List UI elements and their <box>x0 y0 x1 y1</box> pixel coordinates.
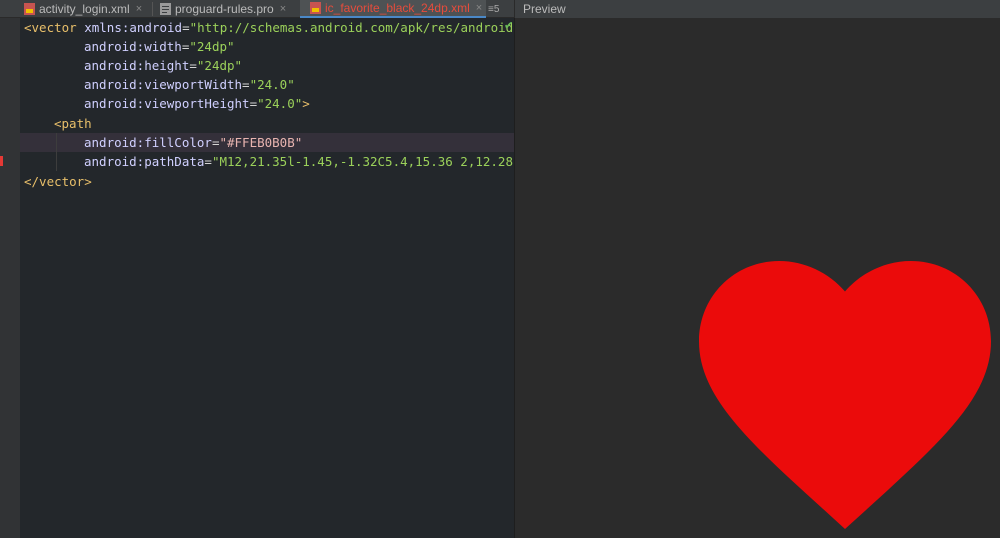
tab-divider <box>152 2 153 16</box>
code-line: android:viewportWidth="24.0" <box>84 77 295 92</box>
indent-guide <box>56 133 57 171</box>
tab-ic-favorite[interactable]: ic_favorite_black_24dp.xml × <box>300 0 486 18</box>
tab-overflow-button[interactable]: ≡5 <box>488 0 499 18</box>
xml-file-icon <box>24 3 35 15</box>
tab-label: ic_favorite_black_24dp.xml <box>325 1 470 15</box>
code-line: android:width="24dp" <box>84 39 235 54</box>
change-marker <box>0 156 3 166</box>
preview-title: Preview <box>514 0 1000 18</box>
text-file-icon <box>160 3 171 15</box>
close-tab-icon[interactable]: × <box>280 3 286 15</box>
code-line: android:fillColor="#FFEB0B0B" <box>84 135 303 150</box>
code-line: android:viewportHeight="24.0"> <box>84 96 310 111</box>
tab-activity-login[interactable]: activity_login.xml × <box>24 0 148 18</box>
close-tab-icon[interactable]: × <box>476 2 482 14</box>
code-editor[interactable]: <vector xmlns:android="http://schemas.an… <box>20 18 514 538</box>
editor-gutter <box>0 18 20 538</box>
editor-tab-bar: activity_login.xml × proguard-rules.pro … <box>0 0 1000 18</box>
code-line: android:height="24dp" <box>84 58 243 73</box>
close-tab-icon[interactable]: × <box>136 3 142 15</box>
tab-label: activity_login.xml <box>39 2 130 16</box>
heart-icon <box>699 261 991 529</box>
code-line: <vector xmlns:android="http://schemas.an… <box>24 20 514 35</box>
check-icon: ✔ <box>504 20 514 32</box>
code-line: </vector> <box>24 174 92 189</box>
tab-proguard-rules[interactable]: proguard-rules.pro × <box>160 0 296 18</box>
code-line: <path <box>54 116 92 131</box>
tab-label: proguard-rules.pro <box>175 2 274 16</box>
preview-pane <box>514 18 1000 538</box>
xml-file-icon <box>310 2 321 14</box>
code-line: android:pathData="M12,21.35l-1.45,-1.32C… <box>84 154 514 169</box>
